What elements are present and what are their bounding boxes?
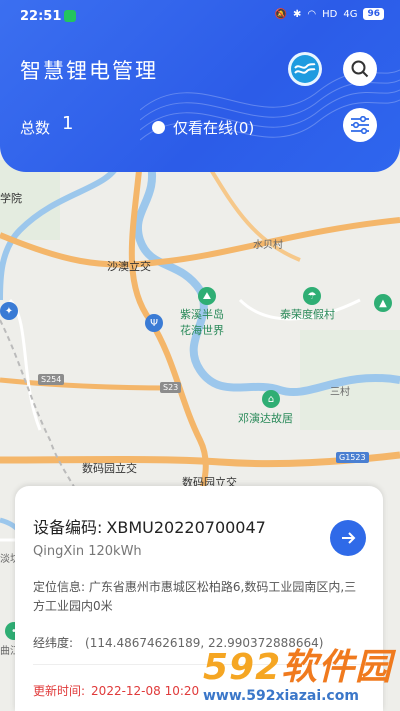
bluetooth-icon: ✱ (292, 8, 302, 20)
resort-poi-icon[interactable]: ☂ (303, 287, 321, 305)
service-poi-icon[interactable]: Ψ (145, 314, 163, 332)
map-label-school: 学院 (0, 192, 22, 205)
brand-logo-button[interactable] (288, 52, 322, 86)
map-label-shumayuan: 数码园立交 (82, 462, 137, 475)
location-row: 定位信息: 广东省惠州市惠城区松柏路6,数码工业园南区内,三方工业园内0米 (33, 578, 363, 616)
watermark-brand-text: 软件园 (281, 647, 393, 688)
online-only-toggle[interactable]: 仅看在线(0) (152, 117, 254, 138)
radio-icon[interactable] (152, 121, 165, 134)
park-poi-icon[interactable]: ⛰ (198, 287, 216, 305)
arrow-right-icon (342, 532, 356, 544)
update-time-label: 更新时间: (33, 684, 86, 698)
road-tag-s254: S254 (38, 374, 65, 385)
site-watermark: 592软件园 www.592xiazai.com (195, 636, 400, 711)
watermark-brand: 592软件园 (203, 638, 392, 690)
mute-icon: 🔕 (274, 8, 287, 20)
map-label-tairong[interactable]: 泰荣度假村 (280, 306, 335, 322)
location-label: 定位信息: (33, 580, 86, 594)
wifi-icon: ◠ (307, 8, 317, 20)
device-detail-button[interactable] (330, 520, 366, 556)
battery-icon: 96 (363, 8, 384, 20)
search-icon (351, 60, 369, 78)
filter-button[interactable] (343, 108, 377, 142)
device-model: QingXin 120kWh (33, 544, 142, 559)
map-label-shaao: 沙澳立交 (107, 260, 151, 273)
brand-wave-icon (291, 55, 319, 83)
page-title: 智慧锂电管理 (20, 59, 158, 83)
search-button[interactable] (343, 52, 377, 86)
map-label-dengyan[interactable]: 邓演达故居 (238, 410, 293, 426)
mountain-poi-icon[interactable]: ▲ (374, 294, 392, 312)
device-code-row: 设备编码: XBMU20220700047 (33, 514, 266, 538)
status-time: 22:51 (20, 9, 62, 24)
map-label-huahai[interactable]: 花海世界 (180, 322, 224, 338)
device-code-label: 设备编码: (33, 518, 103, 537)
map-label-sancun: 三村 (330, 387, 350, 398)
map-label-zixi[interactable]: 紫溪半岛 (180, 306, 224, 322)
watermark-brand-number: 592 (203, 647, 282, 688)
status-bar: 22:51 🔕 ✱ ◠ HD 4G 96 (0, 0, 400, 34)
coordinates-label: 经纬度: (33, 636, 74, 650)
device-code-value: XBMU20220700047 (106, 518, 266, 537)
header-wave-decoration (140, 69, 400, 141)
online-only-label: 仅看在线(0) (173, 119, 255, 137)
school-poi-icon[interactable]: ✦ (0, 302, 18, 320)
road-tag-s23: S23 (160, 382, 182, 393)
status-indicators: 🔕 ✱ ◠ HD 4G 96 (275, 8, 384, 20)
network-badge: HD (322, 8, 338, 20)
phone-notification-icon (64, 10, 76, 22)
road-tag-g1523: G1523 (336, 452, 369, 463)
update-time-value: 2022-12-08 10:20 (91, 684, 200, 698)
signal-icon: 4G (343, 8, 358, 20)
residence-poi-icon[interactable]: ⌂ (262, 390, 280, 408)
app-header: 22:51 🔕 ✱ ◠ HD 4G 96 智慧锂电管理 总数 1 仅看在线(0) (0, 0, 400, 172)
total-label: 总数 (20, 119, 51, 137)
watermark-url: www.592xiazai.com (203, 688, 359, 704)
update-time-row: 更新时间: 2022-12-08 10:20 (33, 682, 199, 699)
map-label-shuibei: 水贝村 (253, 240, 283, 251)
total-count: 1 (62, 113, 74, 134)
filter-sliders-icon (351, 116, 369, 134)
